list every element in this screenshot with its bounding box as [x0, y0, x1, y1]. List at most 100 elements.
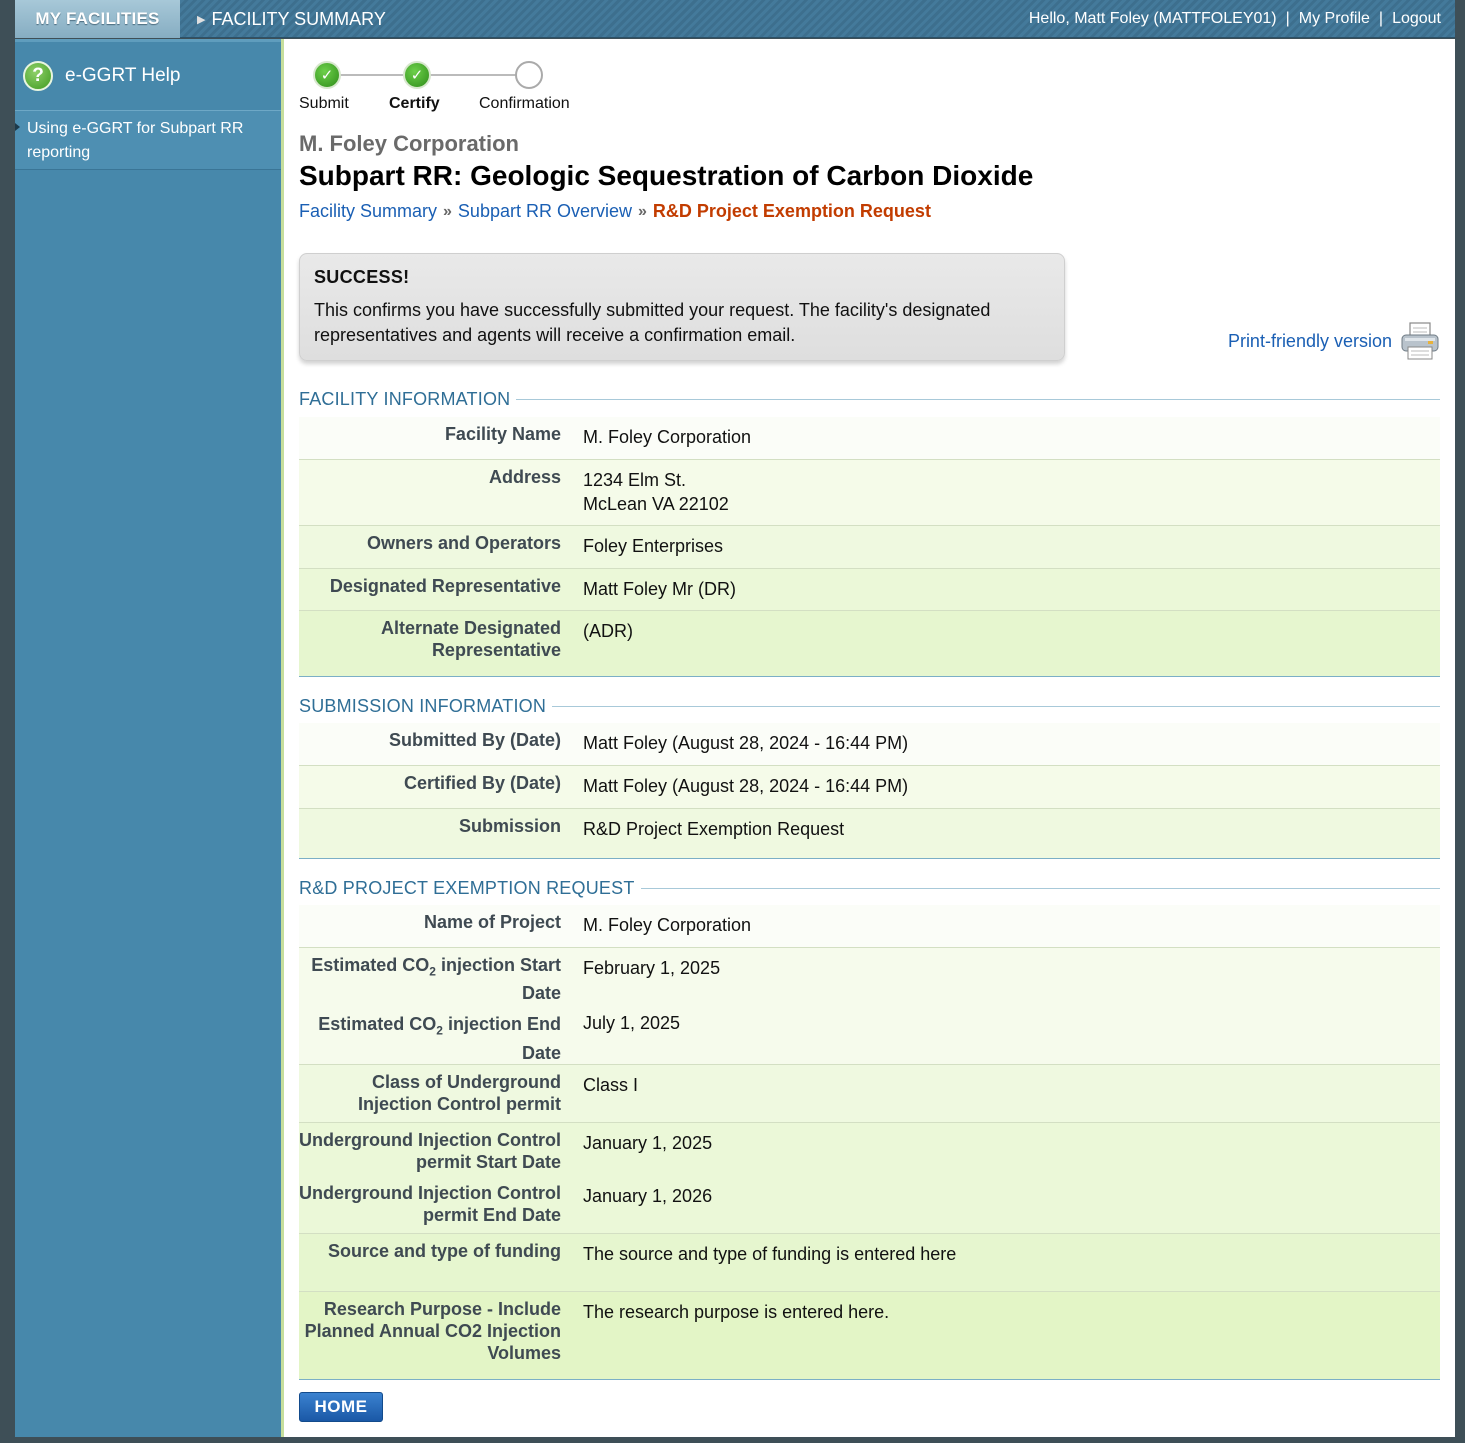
co2-start-label: Estimated CO2 injection Start Date [299, 954, 561, 1005]
table-row: Submitted By (Date) Matt Foley (August 2… [299, 723, 1440, 765]
table-row: Designated Representative Matt Foley Mr … [299, 568, 1440, 610]
field-value: M. Foley Corporation [583, 427, 752, 447]
help-link-subpart-rr[interactable]: Using e-GGRT for Subpart RR reporting [15, 111, 281, 170]
label-part: injection End Date [442, 1014, 561, 1063]
field-label: Submission [458, 815, 561, 836]
field-value: M. Foley Corporation [583, 915, 752, 935]
section-divider [552, 706, 1440, 707]
submission-info-table: Submitted By (Date) Matt Foley (August 2… [299, 723, 1440, 859]
logout-link[interactable]: Logout [1392, 10, 1441, 28]
check-icon: ✓ [403, 61, 431, 89]
main-content: ✓ ✓ Submit Certify Confirmation M. Foley… [281, 39, 1455, 1437]
field-label: Designated Representative [329, 575, 561, 596]
help-link-label: Using e-GGRT for Subpart RR reporting [27, 120, 244, 161]
co2-end-value: July 1, 2025 [583, 1012, 681, 1033]
help-header: ? e-GGRT Help [15, 39, 281, 111]
field-label: Source and type of funding [328, 1240, 561, 1261]
tab-facility-summary[interactable]: ▶ FACILITY SUMMARY [197, 0, 386, 38]
field-value-group: January 1, 2025 January 1, 2026 [561, 1122, 1440, 1233]
breadcrumb-facility-summary[interactable]: Facility Summary [299, 201, 437, 222]
field-value: Matt Foley (August 28, 2024 - 16:44 PM) [583, 733, 909, 753]
table-row: Source and type of funding The source an… [299, 1233, 1440, 1292]
field-value: Foley Enterprises [583, 535, 724, 556]
user-bar: Hello, Matt Foley (MATTFOLEY01) | My Pro… [1029, 0, 1441, 38]
print-friendly[interactable]: Print-friendly version [1228, 321, 1440, 361]
printer-icon[interactable] [1400, 321, 1440, 361]
field-value: Matt Foley (August 28, 2024 - 16:44 PM) [583, 775, 909, 796]
label-subscript: 2 [429, 964, 436, 979]
tab-facility-summary-label: FACILITY SUMMARY [211, 8, 386, 29]
section-title-label: FACILITY INFORMATION [299, 389, 511, 409]
field-value: Class I [583, 1074, 639, 1095]
success-message-box: SUCCESS! This confirms you have successf… [299, 253, 1065, 361]
section-divider [516, 399, 1440, 400]
section-rd-exemption-request: R&D PROJECT EXEMPTION REQUEST [299, 878, 1440, 899]
breadcrumb-current: R&D Project Exemption Request [652, 201, 931, 221]
field-label: Owners and Operators [366, 532, 561, 553]
uic-start-value: January 1, 2025 [583, 1132, 713, 1153]
play-arrow-icon: ▶ [197, 13, 206, 26]
facility-info-table: Facility Name M. Foley Corporation Addre… [299, 417, 1440, 677]
table-row: Alternate Designated Representative (ADR… [299, 610, 1440, 676]
my-profile-link[interactable]: My Profile [1299, 10, 1370, 28]
field-value: Matt Foley Mr (DR) [583, 578, 736, 599]
success-message: This confirms you have successfully subm… [314, 300, 991, 345]
field-label: Certified By (Date) [403, 772, 561, 793]
rd-request-table: Name of Project M. Foley Corporation Est… [299, 905, 1440, 1380]
table-row: Name of Project M. Foley Corporation [299, 905, 1440, 947]
field-value: R&D Project Exemption Request [583, 818, 845, 839]
separator: | [1378, 10, 1384, 27]
help-question-icon: ? [23, 61, 53, 91]
success-heading: SUCCESS! [314, 267, 410, 287]
field-label: Alternate Designated Representative [380, 617, 561, 660]
uic-start-label: Underground Injection Control permit Sta… [299, 1129, 561, 1172]
table-row: Estimated CO2 injection Start Date Estim… [299, 947, 1440, 1065]
label-part: Estimated CO [311, 954, 430, 975]
tab-my-facilities[interactable]: MY FACILITIES [15, 0, 180, 38]
field-label-group: Underground Injection Control permit Sta… [299, 1122, 561, 1233]
page-title: Subpart RR: Geologic Sequestration of Ca… [299, 160, 1034, 191]
uic-end-label: Underground Injection Control permit End… [299, 1182, 561, 1225]
field-label: Name of Project [423, 912, 561, 932]
organization-name: M. Foley Corporation [299, 131, 519, 156]
empty-circle-icon [515, 61, 543, 89]
table-row: Owners and Operators Foley Enterprises [299, 525, 1440, 568]
print-friendly-link[interactable]: Print-friendly version [1228, 331, 1392, 352]
field-label: Class of Underground Injection Control p… [357, 1071, 561, 1114]
section-submission-information: SUBMISSION INFORMATION [299, 696, 1440, 717]
step-certify: Certify [389, 95, 440, 112]
table-row: Facility Name M. Foley Corporation [299, 417, 1440, 459]
field-label: Research Purpose - Include Planned Annua… [304, 1298, 561, 1363]
breadcrumb-subpart-rr-overview[interactable]: Subpart RR Overview [458, 201, 632, 222]
table-row: Underground Injection Control permit Sta… [299, 1122, 1440, 1234]
table-row: Class of Underground Injection Control p… [299, 1064, 1440, 1123]
section-title-label: SUBMISSION INFORMATION [299, 696, 547, 716]
table-row: Certified By (Date) Matt Foley (August 2… [299, 765, 1440, 808]
co2-start-value: February 1, 2025 [583, 957, 721, 978]
separator: | [1285, 10, 1290, 27]
top-nav-bar: MY FACILITIES ▶ FACILITY SUMMARY Hello, … [15, 0, 1455, 38]
home-button[interactable]: HOME [299, 1392, 383, 1422]
address-line-2: McLean VA 22102 [583, 493, 729, 514]
table-row: Research Purpose - Include Planned Annua… [299, 1291, 1440, 1380]
field-label: Address [488, 466, 561, 487]
table-row: Address 1234 Elm St. McLean VA 22102 [299, 459, 1440, 525]
label-part: Estimated CO [318, 1014, 437, 1035]
user-greeting: Hello, Matt Foley (MATTFOLEY01) [1028, 10, 1277, 27]
co2-end-label: Estimated CO2 injection End Date [299, 1013, 561, 1064]
breadcrumb-separator: » [637, 202, 647, 220]
step-submit: Submit [299, 95, 349, 112]
breadcrumb: Facility Summary » Subpart RR Overview »… [299, 201, 931, 222]
field-value: The research purpose is entered here. [583, 1301, 890, 1322]
help-sidebar: ? e-GGRT Help Using e-GGRT for Subpart R… [15, 39, 281, 1437]
label-subscript: 2 [436, 1023, 443, 1038]
field-value: The source and type of funding is entere… [583, 1243, 957, 1264]
field-value: (ADR) [583, 620, 633, 641]
label-part: injection Start Date [435, 954, 561, 1004]
uic-end-value: January 1, 2026 [583, 1185, 713, 1206]
section-title-label: R&D PROJECT EXEMPTION REQUEST [299, 878, 635, 898]
triangle-right-icon [15, 123, 20, 131]
section-divider [640, 888, 1440, 889]
address-line-1: 1234 Elm St. [583, 469, 687, 490]
breadcrumb-separator: » [443, 202, 452, 220]
